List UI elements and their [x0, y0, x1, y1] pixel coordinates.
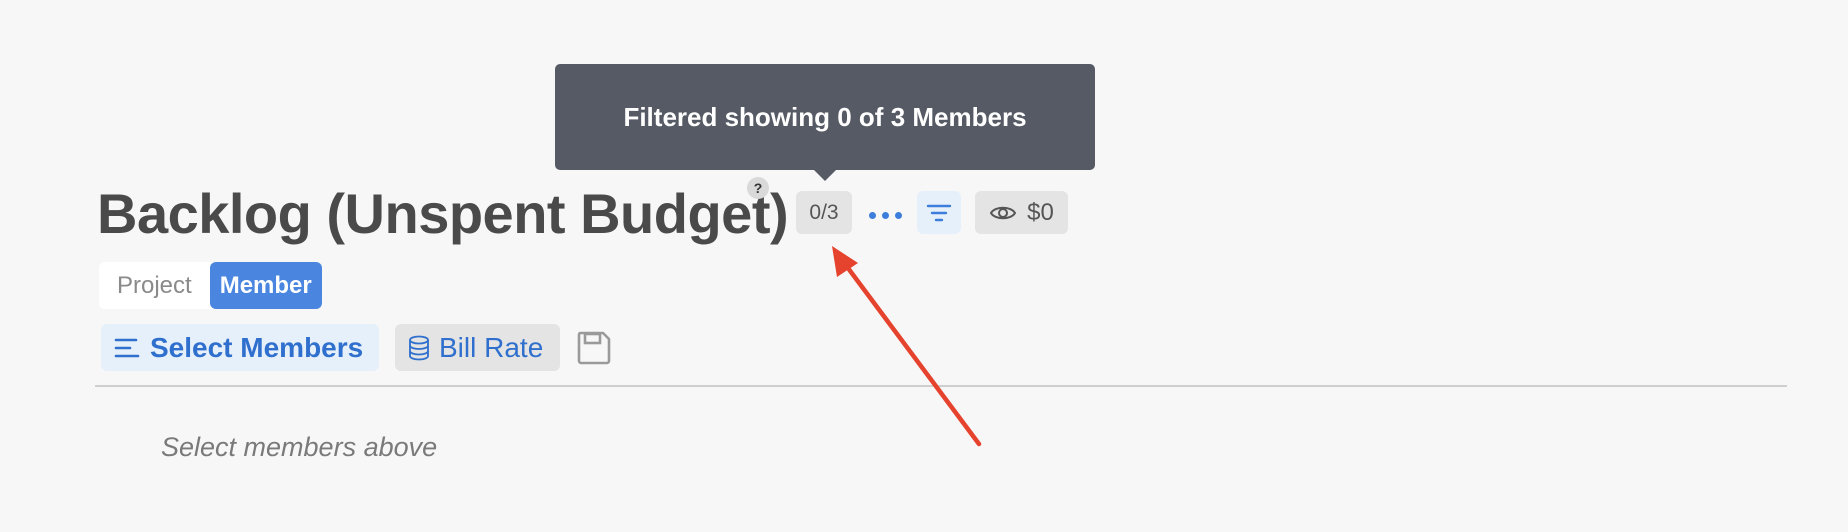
- more-dots-icon: [881, 211, 889, 219]
- tooltip-text: Filtered showing 0 of 3 Members: [623, 101, 1027, 132]
- toggle-member[interactable]: Member: [209, 262, 322, 309]
- help-icon[interactable]: ?: [747, 177, 769, 199]
- visibility-toggle[interactable]: $0: [975, 191, 1068, 234]
- select-members-label: Select Members: [150, 331, 364, 363]
- filter-tooltip: Filtered showing 0 of 3 Members: [555, 64, 1095, 170]
- page-title: Backlog (Unspent Budget): [97, 182, 789, 245]
- member-count-chip[interactable]: 0/3: [796, 191, 852, 234]
- list-lines-icon: [114, 338, 140, 357]
- page: Filtered showing 0 of 3 Members Backlog …: [0, 0, 1848, 532]
- toggle-project[interactable]: Project: [99, 262, 210, 309]
- select-members-button[interactable]: Select Members: [101, 324, 379, 371]
- bill-rate-label: Bill Rate: [439, 331, 544, 363]
- filter-button[interactable]: [917, 191, 961, 234]
- section-divider: [95, 385, 1787, 387]
- more-options-button[interactable]: [866, 200, 904, 230]
- database-icon: [409, 335, 429, 360]
- eye-icon: [989, 206, 1017, 219]
- visible-total-value: $0: [1027, 198, 1054, 226]
- view-mode-toggle: Project Member: [99, 262, 322, 309]
- empty-state-text: Select members above: [161, 432, 438, 462]
- save-icon[interactable]: [576, 330, 612, 366]
- more-dots-icon: [868, 211, 876, 219]
- more-dots-icon: [894, 211, 902, 219]
- tooltip-arrow: [814, 170, 836, 181]
- filter-icon: [926, 204, 952, 221]
- bill-rate-button[interactable]: Bill Rate: [395, 324, 560, 371]
